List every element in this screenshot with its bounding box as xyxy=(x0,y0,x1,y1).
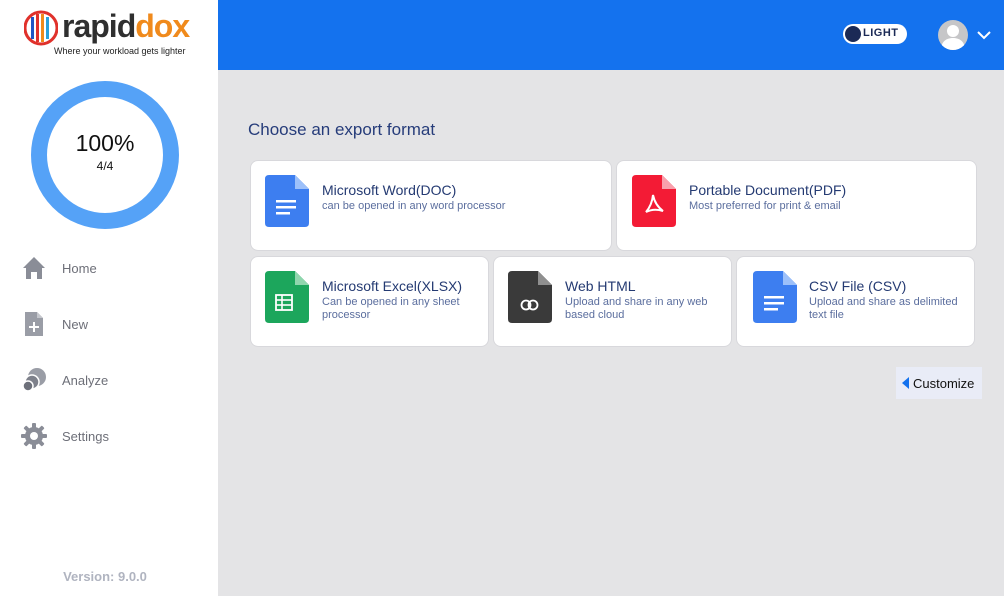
excel-sheet-icon xyxy=(265,271,309,323)
home-icon xyxy=(21,255,47,281)
theme-toggle-label: LIGHT xyxy=(863,27,899,39)
customize-button[interactable]: Customize xyxy=(896,367,982,399)
export-option-html[interactable]: Web HTML Upload and share in any web bas… xyxy=(493,256,732,347)
top-header: LIGHT xyxy=(218,0,1004,70)
html-link-icon xyxy=(508,271,552,323)
sidebar: rapiddox Where your workload gets lighte… xyxy=(0,0,218,596)
sidebar-item-analyze[interactable]: Analyze xyxy=(0,352,218,408)
logo-mark-icon xyxy=(24,10,58,46)
sidebar-item-home[interactable]: Home xyxy=(0,240,218,296)
sidebar-item-new[interactable]: New xyxy=(0,296,218,352)
export-option-title: Microsoft Excel(XLSX) xyxy=(322,278,463,294)
customize-label: Customize xyxy=(913,375,975,391)
logo-wordmark: rapiddox xyxy=(62,8,190,44)
sidebar-item-settings[interactable]: Settings xyxy=(0,408,218,464)
caret-left-icon xyxy=(902,377,909,389)
chevron-down-icon[interactable] xyxy=(976,27,992,43)
sidebar-item-label: New xyxy=(62,316,89,332)
export-option-title: Portable Document(PDF) xyxy=(689,182,847,198)
export-option-excel[interactable]: Microsoft Excel(XLSX) Can be opened in a… xyxy=(250,256,489,347)
logo-tagline: Where your workload gets lighter xyxy=(54,46,186,56)
word-doc-icon xyxy=(265,175,309,227)
analyze-icon xyxy=(21,367,47,393)
export-option-title: CSV File (CSV) xyxy=(809,278,907,294)
theme-toggle-knob xyxy=(845,26,861,42)
sidebar-item-label: Home xyxy=(62,260,97,276)
export-option-title: Web HTML xyxy=(565,278,636,294)
sidebar-nav: Home New Analyze Settings xyxy=(0,240,218,464)
sidebar-item-label: Settings xyxy=(62,428,109,444)
export-option-csv[interactable]: CSV File (CSV) Upload and share as delim… xyxy=(736,256,975,347)
completion-progress-ring: 100% 4/4 xyxy=(30,80,180,230)
progress-percent: 100% xyxy=(75,130,135,156)
export-option-pdf[interactable]: Portable Document(PDF) Most preferred fo… xyxy=(616,160,977,251)
pdf-icon xyxy=(632,175,676,227)
user-silhouette-icon xyxy=(941,25,965,50)
app-version: Version: 9.0.0 xyxy=(63,569,147,584)
export-option-description: Upload and share as delimited text file xyxy=(809,296,958,321)
export-option-description: Can be opened in any sheet processor xyxy=(322,296,460,321)
export-option-word[interactable]: Microsoft Word(DOC) can be opened in any… xyxy=(250,160,612,251)
export-option-description: Upload and share in any web based cloud xyxy=(565,296,708,321)
export-option-title: Microsoft Word(DOC) xyxy=(322,182,457,198)
rapiddox-logo[interactable]: rapiddox Where your workload gets lighte… xyxy=(24,8,194,60)
logo-word-rapid: rapid xyxy=(62,8,136,44)
logo-word-dox: dox xyxy=(135,8,190,44)
page-title: Choose an export format xyxy=(248,120,436,139)
user-avatar[interactable] xyxy=(938,20,968,50)
export-option-description: can be opened in any word processor xyxy=(322,200,506,212)
new-document-icon xyxy=(21,311,47,337)
gear-icon xyxy=(21,423,47,449)
theme-toggle[interactable]: LIGHT xyxy=(843,24,907,44)
export-option-description: Most preferred for print & email xyxy=(689,200,841,212)
sidebar-item-label: Analyze xyxy=(62,372,109,388)
csv-doc-icon xyxy=(753,271,797,323)
progress-count: 4/4 xyxy=(96,159,114,173)
